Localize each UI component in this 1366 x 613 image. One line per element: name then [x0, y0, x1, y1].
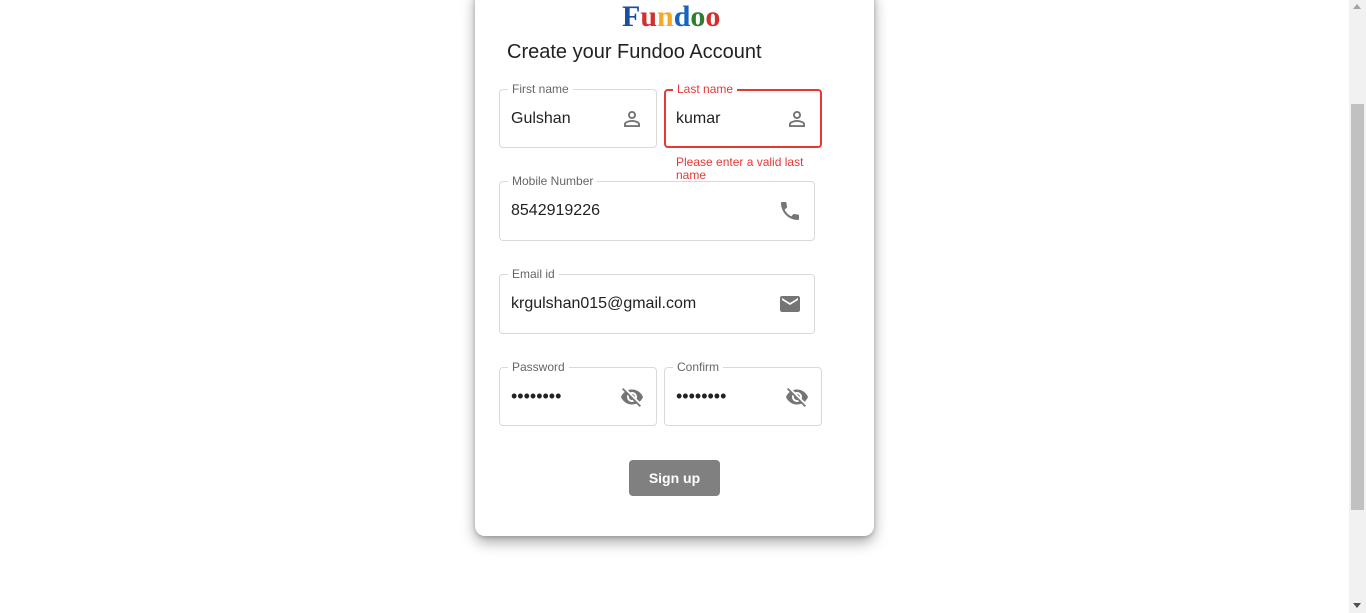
password-value[interactable]: •••••••• [511, 368, 561, 425]
logo-letter: u [640, 0, 658, 33]
email-field[interactable]: Email id krgulshan015@gmail.com [499, 266, 815, 334]
logo-letter: F [622, 0, 641, 33]
logo-letter: o [690, 0, 706, 33]
person-icon [624, 110, 640, 127]
mobile-number-value[interactable]: 8542919226 [511, 182, 600, 240]
eye-off-icon[interactable] [785, 385, 809, 409]
logo-letter: o [705, 0, 721, 33]
first-name-field[interactable]: First name Gulshan [499, 81, 657, 148]
scroll-up-arrow-icon[interactable] [1353, 4, 1361, 9]
person-icon [789, 110, 805, 127]
eye-off-icon[interactable] [620, 385, 644, 409]
last-name-value[interactable]: kumar [676, 91, 720, 146]
email-value[interactable]: krgulshan015@gmail.com [511, 275, 696, 333]
last-name-error: Please enter a valid last name [676, 155, 804, 182]
scrollbar-thumb[interactable] [1351, 104, 1364, 510]
confirm-password-field[interactable]: Confirm •••••••• [664, 359, 822, 426]
page-title: Create your Fundoo Account [507, 41, 762, 63]
fundoo-logo: Fundoo [622, 0, 720, 34]
scroll-down-arrow-icon[interactable] [1353, 603, 1361, 608]
password-field[interactable]: Password •••••••• [499, 359, 657, 426]
logo-letter: n [657, 0, 674, 33]
last-name-field[interactable]: Last name kumar [664, 81, 822, 148]
page-scrollbar[interactable] [1349, 0, 1366, 613]
first-name-value[interactable]: Gulshan [511, 90, 571, 147]
mobile-number-field[interactable]: Mobile Number 8542919226 [499, 173, 815, 241]
phone-icon [781, 202, 799, 220]
sign-up-button[interactable]: Sign up [629, 460, 720, 496]
confirm-value[interactable]: •••••••• [676, 368, 726, 425]
mail-icon [780, 296, 800, 312]
logo-letter: d [673, 0, 691, 33]
